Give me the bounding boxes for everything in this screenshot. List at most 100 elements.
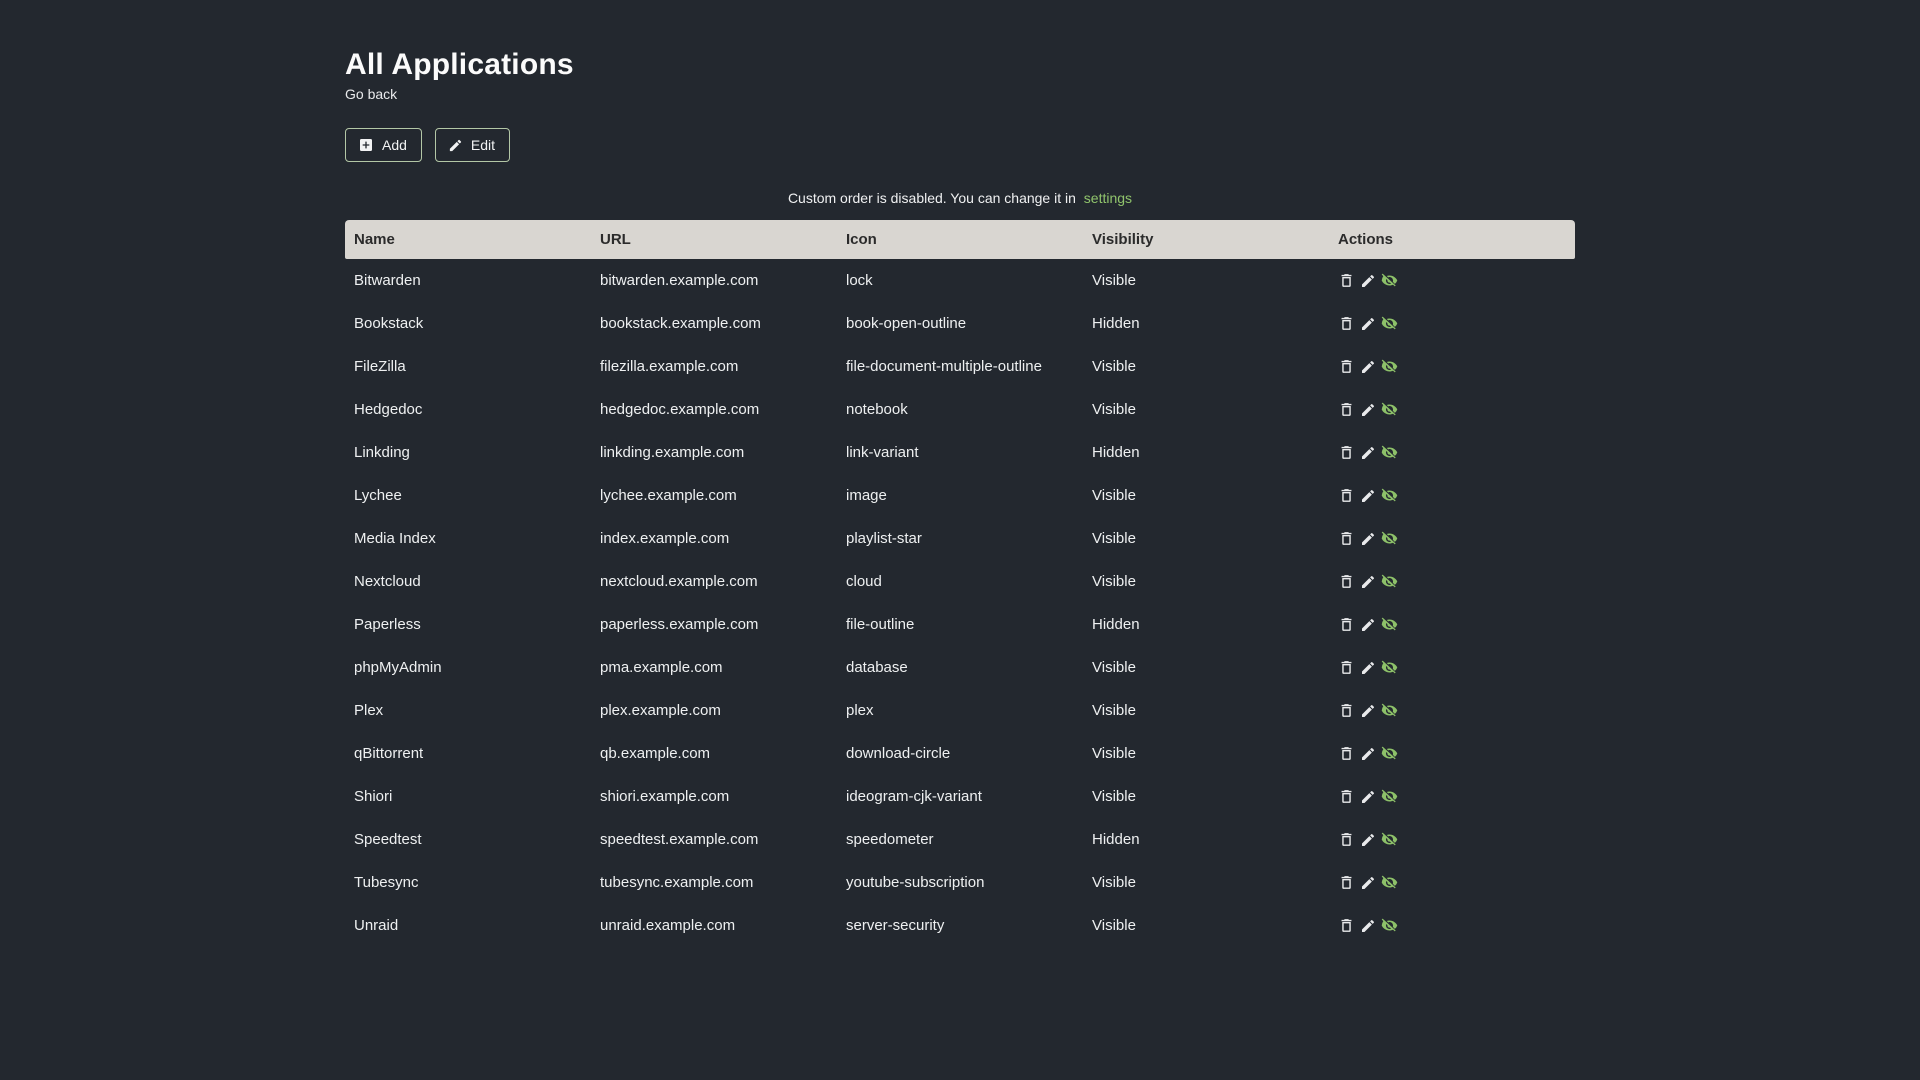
toggle-visibility-button[interactable] [1381,745,1398,762]
delete-button[interactable] [1338,616,1355,633]
eye-off-icon [1381,573,1398,590]
edit-row-button[interactable] [1360,273,1376,289]
cell-url: filezilla.example.com [600,358,739,375]
toggle-visibility-button[interactable] [1381,874,1398,891]
toggle-visibility-button[interactable] [1381,272,1398,289]
cell-icon: image [846,487,887,504]
toggle-visibility-button[interactable] [1381,487,1398,504]
eye-off-icon [1381,616,1398,633]
row-actions [1338,874,1566,891]
cell-visibility: Visible [1092,659,1136,676]
toggle-visibility-button[interactable] [1381,573,1398,590]
pencil-icon [1360,359,1376,375]
edit-row-button[interactable] [1360,574,1376,590]
edit-row-button[interactable] [1360,531,1376,547]
edit-row-button[interactable] [1360,316,1376,332]
eye-off-icon [1381,659,1398,676]
toggle-visibility-button[interactable] [1381,788,1398,805]
cell-icon: youtube-subscription [846,874,985,891]
go-back-link[interactable]: Go back [345,86,397,102]
table-body: Bitwarden bitwarden.example.com lock Vis… [345,259,1575,947]
edit-row-button[interactable] [1360,875,1376,891]
cell-name: Media Index [354,530,436,547]
delete-button[interactable] [1338,831,1355,848]
edit-row-button[interactable] [1360,703,1376,719]
row-actions [1338,702,1566,719]
delete-button[interactable] [1338,745,1355,762]
cell-url: speedtest.example.com [600,831,759,848]
delete-button[interactable] [1338,573,1355,590]
cell-visibility: Visible [1092,401,1136,418]
delete-button[interactable] [1338,444,1355,461]
pencil-icon [1360,402,1376,418]
eye-off-icon [1381,874,1398,891]
edit-row-button[interactable] [1360,359,1376,375]
add-button[interactable]: Add [345,128,422,162]
delete-button[interactable] [1338,358,1355,375]
toggle-visibility-button[interactable] [1381,401,1398,418]
toggle-visibility-button[interactable] [1381,702,1398,719]
eye-off-icon [1381,917,1398,934]
table-row: Paperless paperless.example.com file-out… [345,603,1575,646]
delete-button[interactable] [1338,315,1355,332]
row-actions [1338,788,1566,805]
row-actions [1338,745,1566,762]
toggle-visibility-button[interactable] [1381,444,1398,461]
pencil-icon [1360,918,1376,934]
edit-row-button[interactable] [1360,402,1376,418]
trash-icon [1338,444,1355,461]
delete-button[interactable] [1338,530,1355,547]
edit-row-button[interactable] [1360,445,1376,461]
plus-box-icon [358,137,374,153]
edit-button[interactable]: Edit [434,128,511,162]
eye-off-icon [1381,358,1398,375]
edit-row-button[interactable] [1360,832,1376,848]
edit-row-button[interactable] [1360,660,1376,676]
cell-url: paperless.example.com [600,616,759,633]
trash-icon [1338,616,1355,633]
row-actions [1338,358,1566,375]
toggle-visibility-button[interactable] [1381,315,1398,332]
delete-button[interactable] [1338,702,1355,719]
edit-row-button[interactable] [1360,488,1376,504]
delete-button[interactable] [1338,659,1355,676]
table-row: Unraid unraid.example.com server-securit… [345,904,1575,947]
row-actions [1338,530,1566,547]
delete-button[interactable] [1338,788,1355,805]
edit-row-button[interactable] [1360,918,1376,934]
edit-button-label: Edit [470,137,496,153]
eye-off-icon [1381,788,1398,805]
applications-table: Name URL Icon Visibility Actions Bitward… [345,220,1575,947]
toggle-visibility-button[interactable] [1381,358,1398,375]
cell-name: Bookstack [354,315,424,332]
settings-link[interactable]: settings [1084,190,1132,206]
edit-row-button[interactable] [1360,617,1376,633]
cell-visibility: Visible [1092,874,1136,891]
delete-button[interactable] [1338,272,1355,289]
table-row: Tubesync tubesync.example.com youtube-su… [345,861,1575,904]
cell-icon: file-outline [846,616,915,633]
table-row: FileZilla filezilla.example.com file-doc… [345,345,1575,388]
trash-icon [1338,874,1355,891]
delete-button[interactable] [1338,874,1355,891]
cell-name: Speedtest [354,831,422,848]
eye-off-icon [1381,530,1398,547]
toggle-visibility-button[interactable] [1381,659,1398,676]
cell-url: nextcloud.example.com [600,573,758,590]
toggle-visibility-button[interactable] [1381,917,1398,934]
trash-icon [1338,917,1355,934]
trash-icon [1338,702,1355,719]
cell-name: Shiori [354,788,393,805]
cell-visibility: Hidden [1092,616,1140,633]
cell-visibility: Visible [1092,917,1136,934]
delete-button[interactable] [1338,917,1355,934]
toggle-visibility-button[interactable] [1381,831,1398,848]
toggle-visibility-button[interactable] [1381,616,1398,633]
delete-button[interactable] [1338,487,1355,504]
row-actions [1338,917,1566,934]
cell-visibility: Visible [1092,573,1136,590]
toggle-visibility-button[interactable] [1381,530,1398,547]
edit-row-button[interactable] [1360,789,1376,805]
edit-row-button[interactable] [1360,746,1376,762]
delete-button[interactable] [1338,401,1355,418]
